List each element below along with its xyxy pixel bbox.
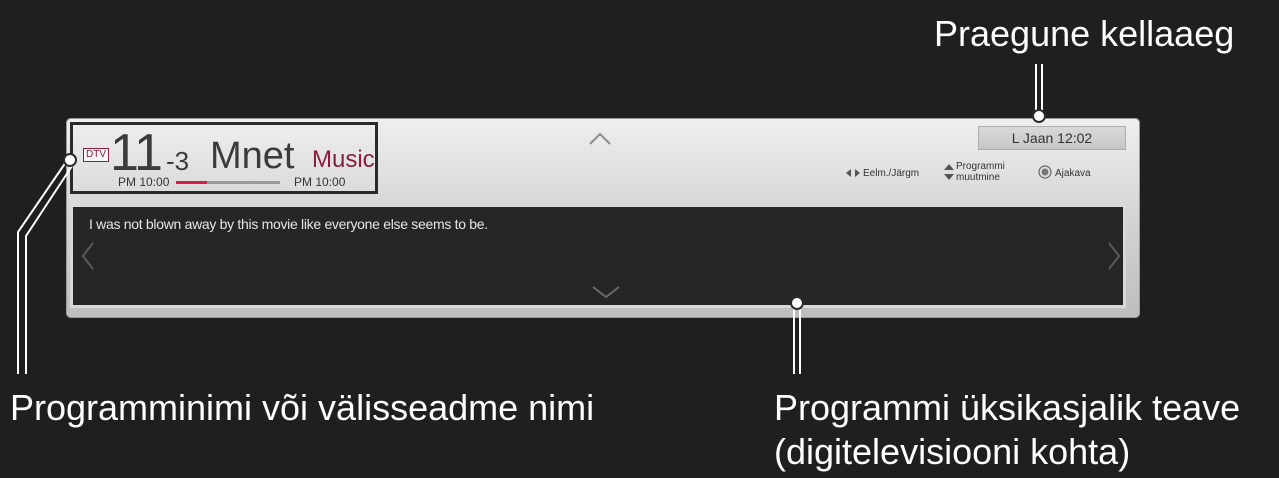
program-progress-bar	[176, 181, 280, 184]
hint-prev-next: Eelm./Järgm	[863, 168, 920, 179]
channel-sub-number: -3	[166, 146, 190, 176]
channel-genre: Music	[312, 146, 375, 173]
hint-program-change-line1: Programmi	[956, 161, 1005, 172]
channel-number: 11	[110, 124, 163, 182]
program-end-time: PM 10:00	[294, 175, 346, 189]
channel-name: Mnet	[210, 135, 295, 177]
program-detail-panel: I was not blown away by this movie like …	[70, 204, 1126, 308]
channel-info-banner: DTV 11 -3 Mnet Music PM 10:00 PM 10:00 L…	[66, 118, 1140, 318]
left-right-arrows-icon	[846, 169, 860, 177]
down-arrow-icon[interactable]	[591, 285, 621, 299]
right-arrow-icon[interactable]	[1107, 241, 1121, 271]
program-progress-fill	[176, 181, 208, 184]
dtv-badge: DTV	[83, 148, 109, 162]
current-time-display: L Jaan 12:02	[978, 126, 1126, 150]
hint-schedule: Ajakava	[1055, 168, 1091, 179]
callout-program-detail-line1: Programmi üksikasjalik teave	[774, 387, 1241, 428]
program-description: I was not blown away by this movie like …	[89, 216, 488, 232]
callout-program-name: Programminimi või välisseadme nimi	[10, 387, 595, 428]
callout-current-time: Praegune kellaaeg	[934, 13, 1235, 54]
hint-program-change-line2: muutmine	[956, 172, 1000, 183]
left-arrow-icon[interactable]	[81, 241, 95, 271]
program-start-time: PM 10:00	[118, 175, 170, 189]
up-arrow-icon[interactable]	[588, 126, 612, 150]
callout-program-detail-line2: (digitelevisiooni kohta)	[774, 431, 1131, 472]
ok-button-icon	[1038, 165, 1052, 179]
up-down-arrows-icon	[944, 164, 954, 180]
